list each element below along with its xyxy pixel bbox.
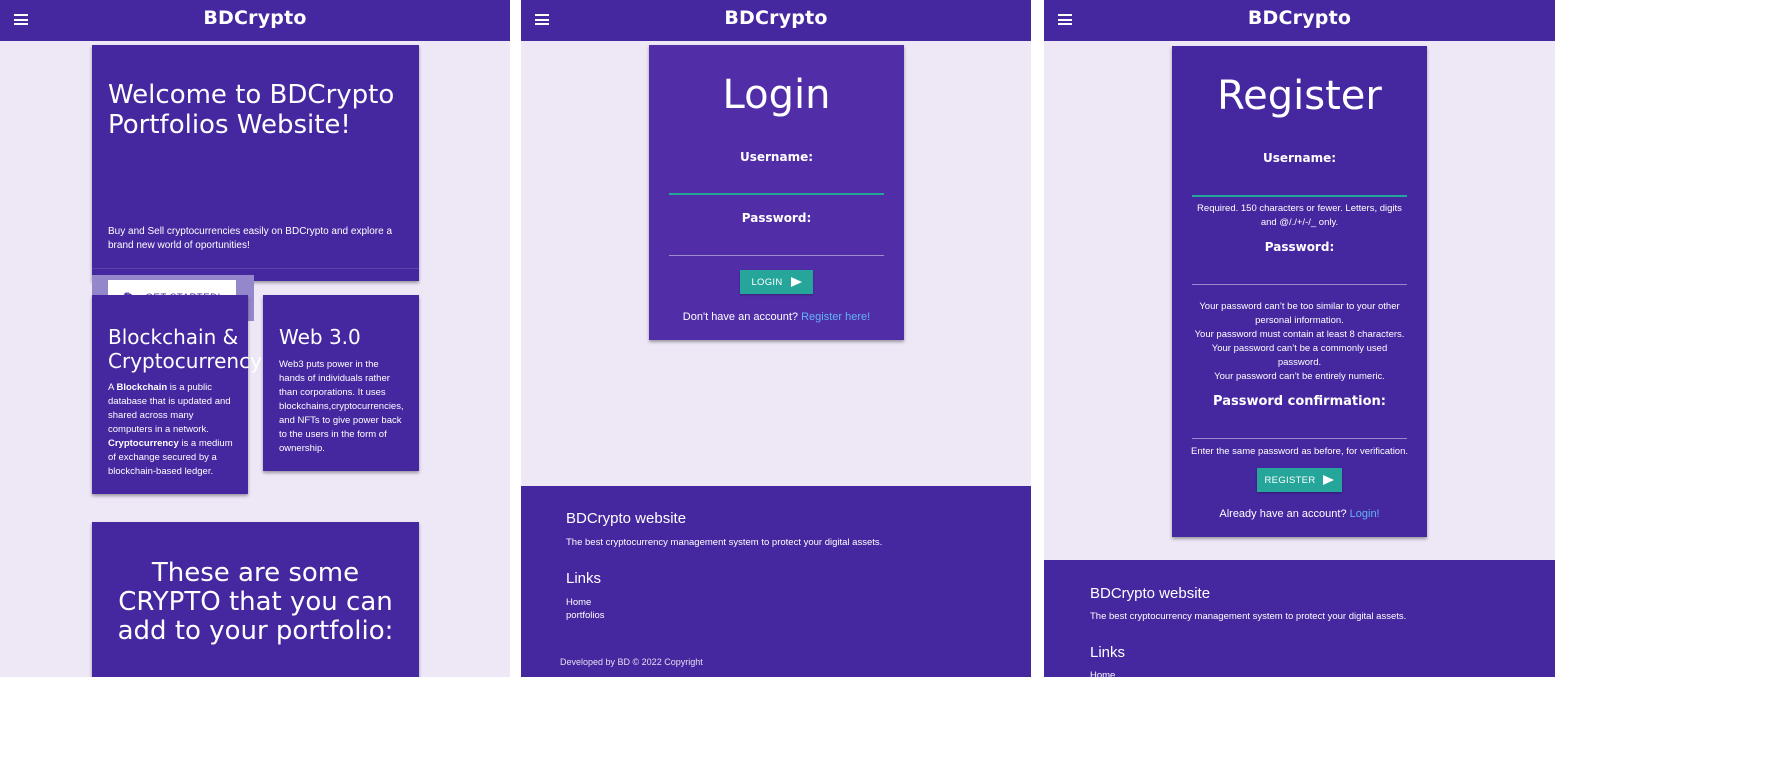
login-link[interactable]: Login! <box>1350 508 1380 520</box>
password-label: Password: <box>1264 240 1335 254</box>
username-help-line: Required. 150 characters or fewer. Lette… <box>1197 203 1402 214</box>
footer-copyright: Developed by BD © 2022 Copyright <box>560 657 703 667</box>
password-confirmation-underline <box>1192 438 1407 439</box>
login-form-card: Login Username: Password: LOGIN Don't ha… <box>649 45 904 340</box>
footer-link-home[interactable]: Home <box>566 597 591 608</box>
password-input[interactable] <box>1192 264 1407 284</box>
footer: BDCrypto website The best cryptocurrency… <box>521 486 1031 677</box>
register-button[interactable]: REGISTER <box>1257 468 1342 492</box>
password-help-line: Your password can’t be entirely numeric. <box>1214 371 1385 382</box>
article-text: A <box>108 382 114 393</box>
password-help-line: password. <box>1277 357 1322 368</box>
footer-links-title: Links <box>1090 644 1126 661</box>
crypto-list-title: These are some CRYPTO that you can add t… <box>117 558 394 646</box>
web3-card: Web 3.0 Web3 puts power in the hands of … <box>263 295 419 471</box>
navbar: BDCrypto <box>0 0 510 41</box>
password-confirmation-input[interactable] <box>1192 418 1407 438</box>
password-help-line: Your password must contain at least 8 ch… <box>1194 329 1405 340</box>
login-prompt: Already have an account? Login! <box>1172 508 1427 520</box>
password-confirmation-label: Password confirmation: <box>1213 394 1386 409</box>
login-screen: BDCrypto Login Username: Password: LOGIN… <box>521 0 1031 677</box>
username-underline <box>669 193 884 195</box>
username-input[interactable] <box>669 173 884 193</box>
cryptocurrency-term: Cryptocurrency <box>108 438 179 449</box>
brand-logo[interactable]: BDCrypto <box>521 7 1031 29</box>
crypto-list-card: These are some CRYPTO that you can add t… <box>92 522 419 677</box>
navbar: BDCrypto <box>521 0 1031 41</box>
password-help-line: personal information. <box>1255 315 1344 326</box>
footer-description: The best cryptocurrency management syste… <box>566 537 883 548</box>
navbar: BDCrypto <box>1044 0 1555 41</box>
blockchain-card-body: A Blockchain is a public database that i… <box>108 381 234 479</box>
password-input[interactable] <box>669 235 884 255</box>
login-prompt-text: Already have an account? <box>1219 508 1347 520</box>
footer-link-home[interactable]: Home <box>1090 670 1115 677</box>
login-button-label: LOGIN <box>751 276 783 288</box>
password-label: Password: <box>741 211 812 225</box>
blockchain-term: Blockchain <box>116 382 168 393</box>
register-form-card: Register Username: Required. 150 charact… <box>1172 46 1427 537</box>
login-title: Login <box>722 72 831 118</box>
brand-logo[interactable]: BDCrypto <box>1044 7 1555 29</box>
login-button[interactable]: LOGIN <box>740 270 813 294</box>
footer-title: BDCrypto website <box>566 510 687 527</box>
username-label: Username: <box>739 150 814 164</box>
register-title: Register <box>1217 73 1382 119</box>
welcome-card: Welcome to BDCrypto Portfolios Website! … <box>92 45 419 321</box>
brand-logo[interactable]: BDCrypto <box>0 7 510 29</box>
footer-links-title: Links <box>566 570 602 587</box>
footer-description: The best cryptocurrency management syste… <box>1090 611 1407 622</box>
card-divider <box>92 268 419 269</box>
username-help: Required. 150 characters or fewer. Lette… <box>1186 202 1413 230</box>
blockchain-card: Blockchain & Cryptocurrency A Blockchain… <box>92 295 262 494</box>
password-underline <box>1192 284 1407 285</box>
username-input[interactable] <box>1192 175 1407 195</box>
password-underline <box>669 255 884 256</box>
blockchain-card-title: Blockchain & Cryptocurrency <box>108 325 262 373</box>
footer: BDCrypto website The best cryptocurrency… <box>1044 560 1555 677</box>
password-help-line: Your password can’t be too similar to yo… <box>1199 301 1400 312</box>
web3-card-title: Web 3.0 <box>279 325 361 349</box>
welcome-title: Welcome to BDCrypto Portfolios Website! <box>108 80 395 140</box>
send-icon <box>1323 475 1335 485</box>
password-confirmation-help: Enter the same password as before, for v… <box>1190 446 1409 457</box>
send-icon <box>790 277 802 287</box>
blockchain-title-line1: Blockchain & <box>108 325 239 349</box>
register-screen: BDCrypto Register Username: Required. 15… <box>1044 0 1555 677</box>
register-button-label: REGISTER <box>1264 474 1316 486</box>
welcome-description: Buy and Sell cryptocurrencies easily on … <box>108 226 393 251</box>
password-help-line: Your password can’t be a commonly used <box>1211 343 1388 354</box>
username-help-line: and @/./+/-/_ only. <box>1260 217 1339 228</box>
web3-card-body: Web3 puts power in the hands of individu… <box>279 359 404 454</box>
username-underline <box>1192 195 1407 197</box>
username-label: Username: <box>1262 151 1337 165</box>
blockchain-title-line2: Cryptocurrency <box>108 349 262 373</box>
home-screen: BDCrypto Welcome to BDCrypto Portfolios … <box>0 0 510 677</box>
footer-link-portfolios[interactable]: portfolios <box>566 610 605 621</box>
password-help: Your password can’t be too similar to yo… <box>1186 300 1413 384</box>
register-prompt: Don't have an account? Register here! <box>649 311 904 323</box>
register-link[interactable]: Register here! <box>801 311 870 323</box>
footer-title: BDCrypto website <box>1090 585 1211 602</box>
register-prompt-text: Don't have an account? <box>682 311 799 323</box>
